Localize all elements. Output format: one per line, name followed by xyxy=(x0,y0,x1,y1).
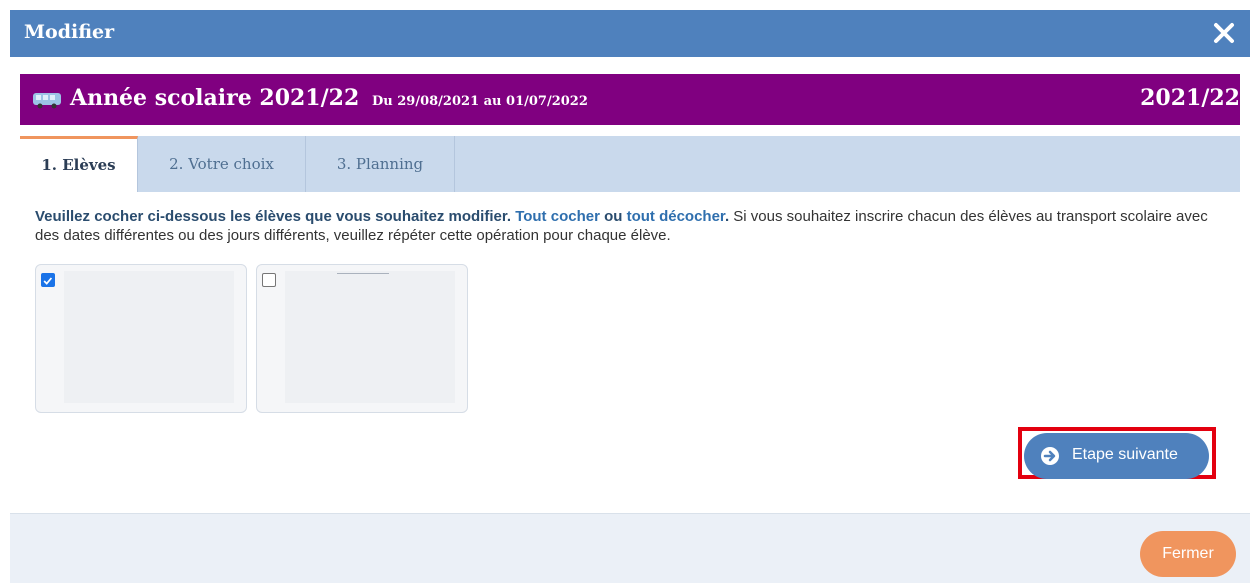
checkmark-icon xyxy=(43,277,53,285)
school-year-title: Année scolaire 2021/22 xyxy=(70,85,360,111)
dialog-titlebar: Modifier xyxy=(10,10,1250,57)
arrow-circle-right-icon xyxy=(1041,447,1059,465)
student-checkbox[interactable] xyxy=(262,273,276,287)
student-card[interactable] xyxy=(35,264,247,413)
instruction-bold: Veuillez cocher ci-dessous les élèves qu… xyxy=(35,208,512,225)
school-year-banner: Année scolaire 2021/22 Du 29/08/2021 au … xyxy=(20,74,1240,125)
bus-icon xyxy=(33,93,61,109)
school-year-code: 2021/22 xyxy=(1140,85,1240,111)
school-year-dates: Du 29/08/2021 au 01/07/2022 xyxy=(372,94,588,109)
close-button[interactable]: Fermer xyxy=(1140,531,1236,577)
tab-planning[interactable]: 3. Planning xyxy=(306,136,455,192)
uncheck-all-link[interactable]: tout décocher xyxy=(627,208,725,225)
instruction-ou: ou xyxy=(604,208,623,225)
close-icon[interactable] xyxy=(1212,21,1236,45)
student-name-placeholder xyxy=(337,273,389,274)
tab-eleves[interactable]: 1. Elèves xyxy=(20,136,138,192)
modify-dialog: Modifier Année scolaire 2021/22 Du 29/08… xyxy=(10,10,1250,583)
tab-votre-choix[interactable]: 2. Votre choix xyxy=(138,136,306,192)
step-tabs: 1. Elèves 2. Votre choix 3. Planning xyxy=(20,136,1240,192)
dialog-title: Modifier xyxy=(24,21,115,43)
dialog-footer xyxy=(10,513,1250,583)
student-card[interactable] xyxy=(256,264,468,413)
instruction-period: . xyxy=(724,208,730,225)
instruction-text: Veuillez cocher ci-dessous les élèves qu… xyxy=(35,207,1235,245)
student-photo-placeholder xyxy=(64,271,234,403)
next-step-label: Etape suivante xyxy=(1072,446,1178,463)
student-photo-placeholder xyxy=(285,271,455,403)
check-all-link[interactable]: Tout cocher xyxy=(515,208,600,225)
next-step-button[interactable]: Etape suivante xyxy=(1024,433,1209,479)
student-checkbox[interactable] xyxy=(41,273,55,287)
